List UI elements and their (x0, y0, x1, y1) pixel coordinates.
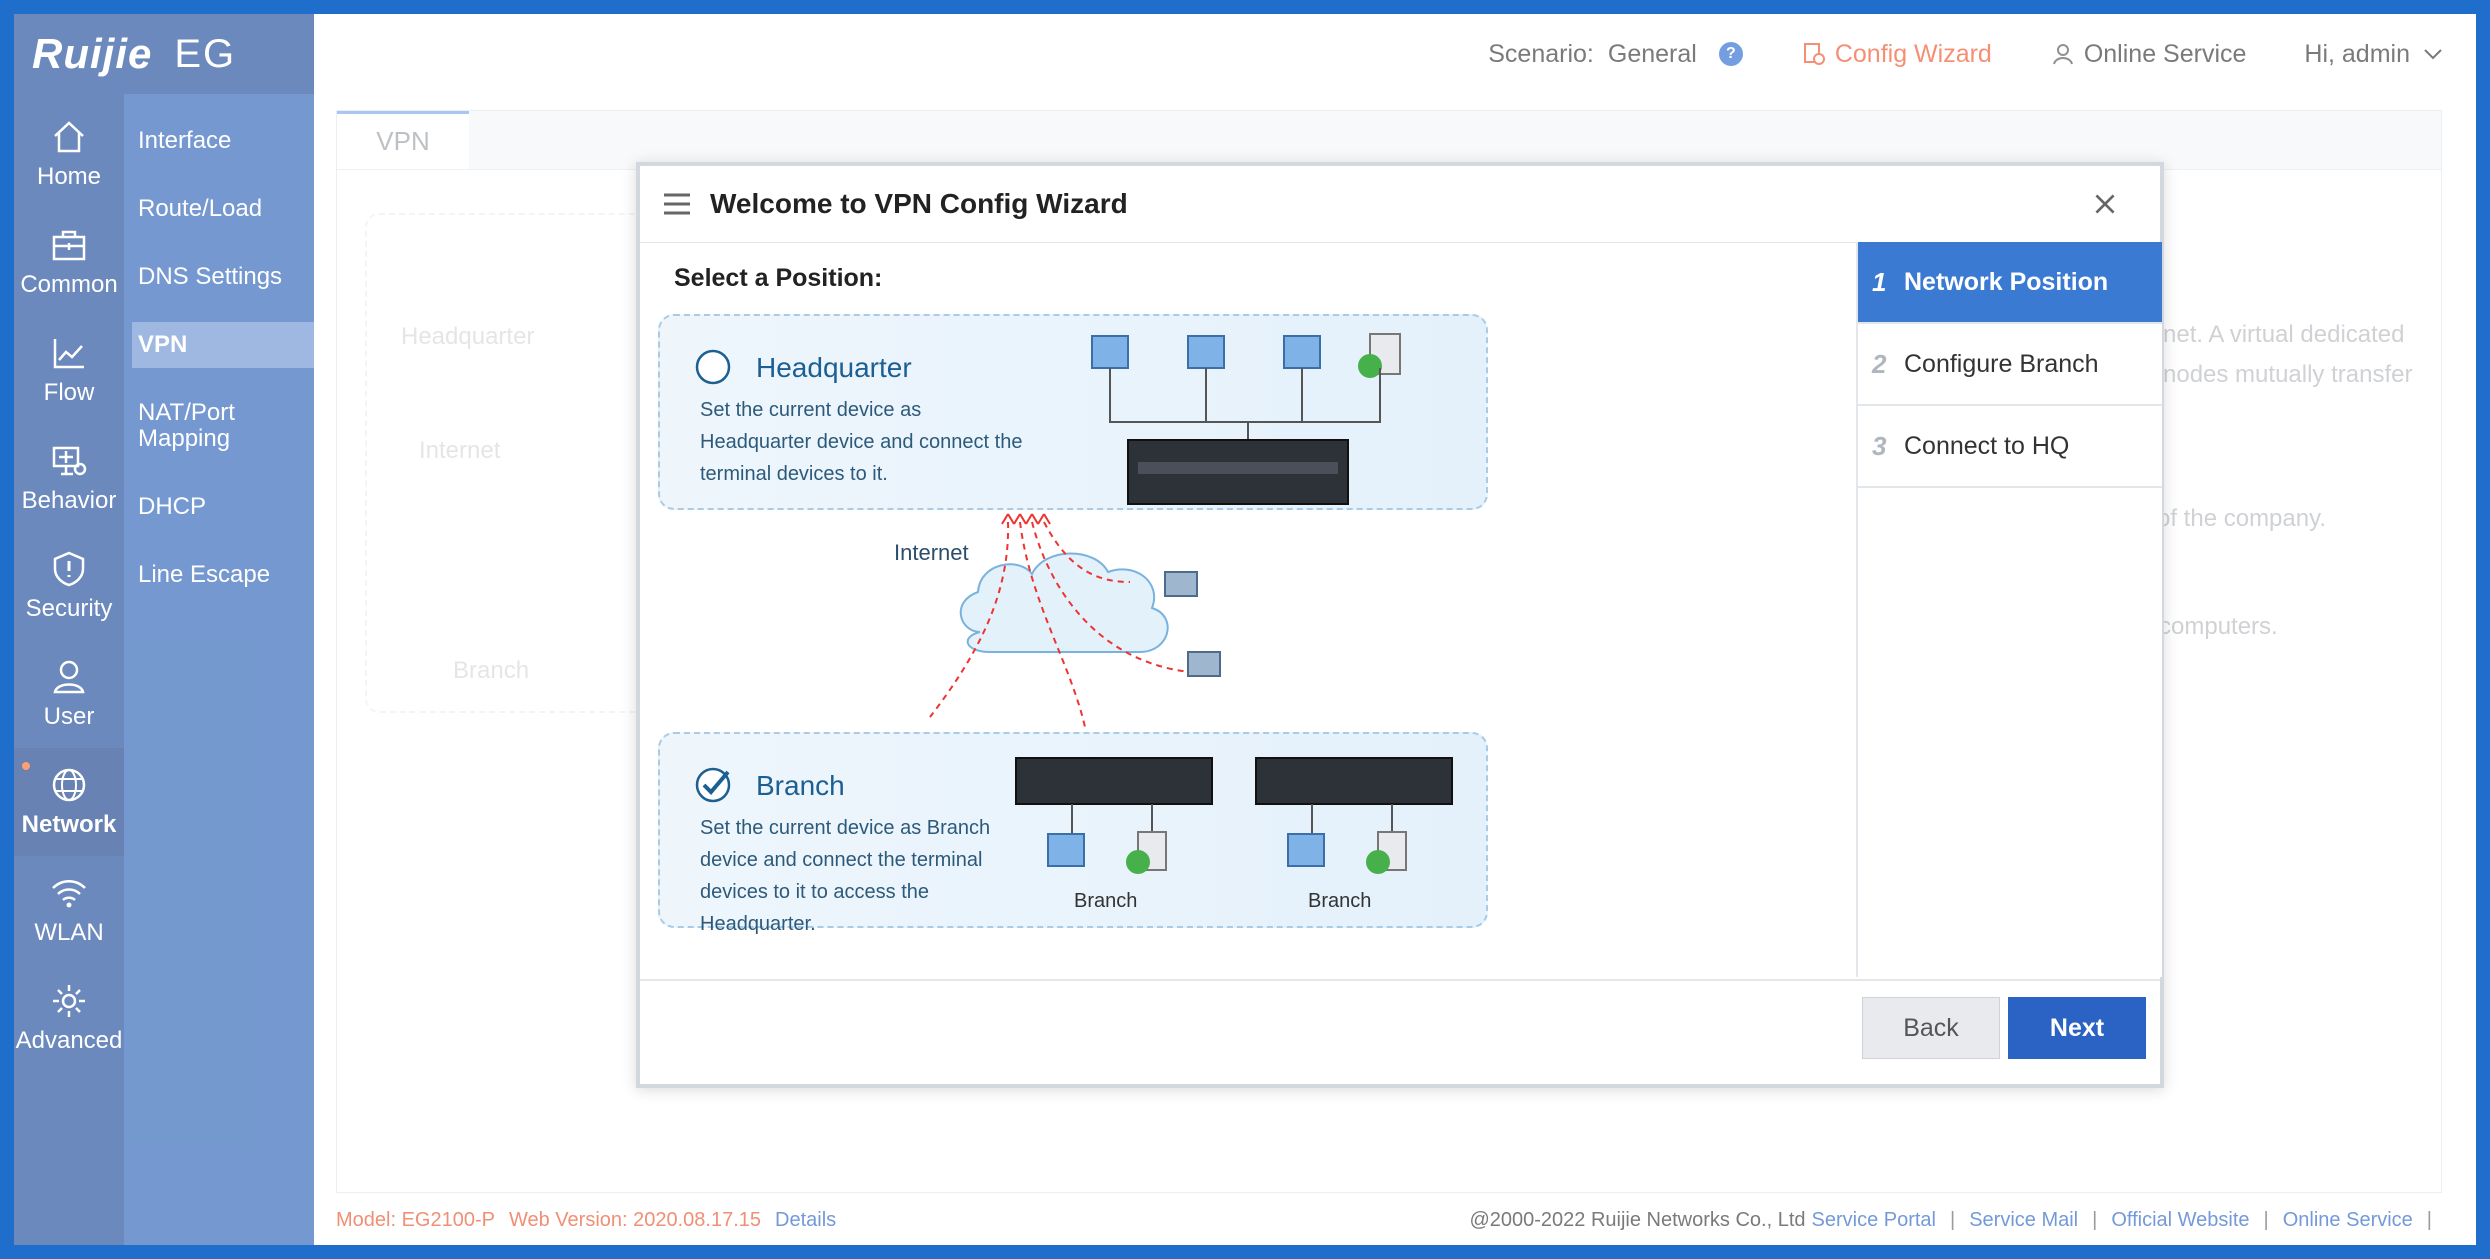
step-network-position: 1 Network Position (1858, 242, 2162, 324)
branch-description: Set the current device as Branch device … (700, 817, 991, 935)
back-button[interactable]: Back (1862, 997, 2000, 1059)
step-configure-branch: 2 Configure Branch (1858, 324, 2162, 406)
step-connect-to-hq: 3 Connect to HQ (1858, 406, 2162, 488)
dialog-title: Welcome to VPN Config Wizard (710, 188, 1128, 219)
dialog-body: Select a Position: Headquarter Set the c… (640, 242, 1856, 977)
dialog-header: Welcome to VPN Config Wizard (640, 166, 2160, 243)
menu-icon (664, 193, 690, 215)
vpn-wizard-dialog: Welcome to VPN Config Wizard Select a Po… (636, 162, 2164, 1088)
step-number: 1 (1872, 266, 1887, 297)
step-label: Network Position (1904, 267, 2109, 296)
select-position-title: Select a Position: (674, 264, 883, 292)
branch-topology-illustration (1015, 757, 1453, 874)
radio-unchecked-icon[interactable] (694, 348, 732, 386)
dialog-footer: Back Next (640, 979, 2160, 1084)
headquarter-option[interactable]: Headquarter Set the current device as He… (658, 314, 1488, 510)
step-number: 2 (1872, 348, 1887, 379)
headquarter-title: Headquarter (756, 352, 912, 383)
close-icon[interactable] (2090, 189, 2120, 219)
step-number: 3 (1872, 430, 1887, 461)
internet-label: Internet (894, 540, 969, 565)
headquarter-topology-illustration (1091, 333, 1401, 505)
wizard-steps: 1 Network Position 2 Configure Branch 3 … (1856, 242, 2162, 977)
step-label: Configure Branch (1904, 349, 2099, 378)
step-label: Connect to HQ (1904, 431, 2070, 460)
radio-checked-icon[interactable] (694, 766, 732, 804)
branch-caption-1: Branch (1074, 890, 1138, 912)
branch-option[interactable]: Branch Set the current device as Branch … (658, 732, 1488, 935)
next-button[interactable]: Next (2008, 997, 2146, 1059)
branch-caption-2: Branch (1308, 890, 1372, 912)
headquarter-description: Set the current device as Headquarter de… (700, 399, 1023, 485)
app-window: Ruijie EG Home Common Flow Behavior Secu… (14, 14, 2476, 1245)
branch-title: Branch (756, 770, 845, 801)
